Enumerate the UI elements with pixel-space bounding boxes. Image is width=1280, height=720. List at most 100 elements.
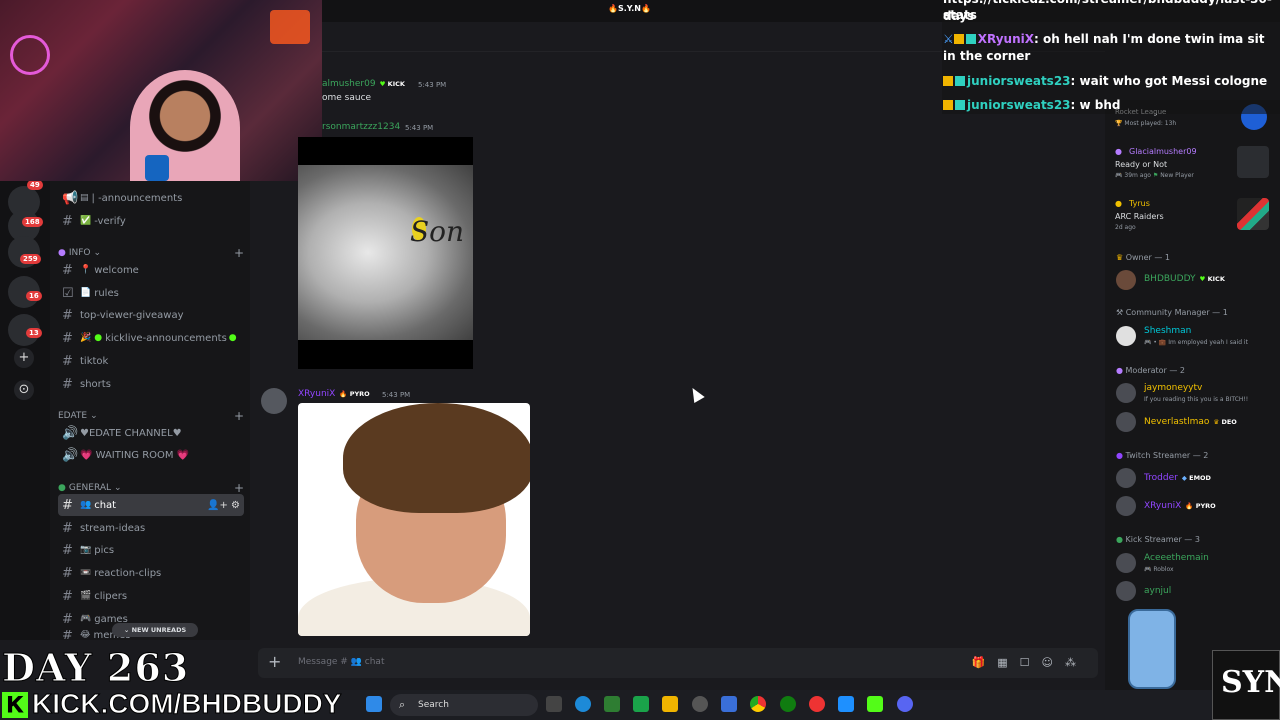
channel-announcements[interactable]: 📢 ▤ | -announcements bbox=[58, 187, 244, 209]
file-explorer-icon[interactable] bbox=[662, 696, 678, 712]
channel-chat[interactable]: # 👥 chat 👤+ ⚙ bbox=[58, 494, 244, 516]
composer-tools[interactable]: 🎁▦☐☺⁂ bbox=[972, 656, 1088, 669]
category-edate[interactable]: EDATE ⌄ + bbox=[58, 409, 244, 423]
discover-icon[interactable]: ⊙ bbox=[14, 380, 34, 400]
page-icon: 📄 bbox=[80, 288, 92, 298]
neon-sign bbox=[270, 10, 310, 44]
activity-user[interactable]: Glacialmusher09 bbox=[1129, 147, 1197, 156]
webcam-overlay bbox=[0, 0, 322, 181]
obs-icon[interactable] bbox=[692, 696, 708, 712]
syn-logo: SYN bbox=[1212, 650, 1280, 720]
kick-app-icon[interactable] bbox=[867, 696, 883, 712]
xbox-icon[interactable] bbox=[780, 696, 796, 712]
add-server-icon[interactable]: + bbox=[14, 348, 34, 368]
chat-line: juniorsweats23: wait who got Messi colog… bbox=[943, 73, 1279, 90]
category-dot-icon: ● bbox=[58, 483, 66, 493]
avatar[interactable] bbox=[1116, 383, 1136, 403]
chrome-icon[interactable] bbox=[750, 696, 766, 712]
channel-rules[interactable]: ☑ 📄 rules bbox=[58, 282, 244, 304]
heart-icon: ♥ bbox=[379, 80, 386, 88]
channel-kicklive[interactable]: # 🎉 ● kicklive-announcements ● bbox=[58, 327, 244, 349]
message-author[interactable]: almusher09 ♥ KICK bbox=[322, 79, 405, 89]
server-rail: 49 168 259 16 13 + ⊙ bbox=[0, 180, 50, 640]
store-icon[interactable] bbox=[721, 696, 737, 712]
day-counter: DAY 263 bbox=[1, 645, 190, 690]
briefcase-icon: 💼 bbox=[1158, 339, 1167, 346]
mouse-cursor-icon bbox=[687, 384, 705, 404]
chat-line: stats bbox=[943, 8, 977, 22]
category-info[interactable]: ● INFO ⌄ + bbox=[58, 246, 244, 260]
game-thumbnail bbox=[1237, 198, 1269, 230]
sub-badge-icon bbox=[955, 100, 965, 110]
member-status: 🎮 • 💼 Im employed yeah I said it bbox=[1144, 339, 1248, 346]
channel-edate[interactable]: 🔊 ♥EDATE CHANNEL♥ bbox=[58, 422, 244, 444]
new-unreads-pill[interactable]: ⌄ NEW UNREADS bbox=[112, 623, 198, 637]
app-icon[interactable] bbox=[809, 696, 825, 712]
avatar[interactable] bbox=[1116, 326, 1136, 346]
kick-tag: ♥ KICK bbox=[1199, 275, 1225, 283]
crown-icon: ♛ bbox=[1213, 418, 1220, 426]
composer-placeholder[interactable]: Message # 👥 chat bbox=[298, 657, 384, 667]
add-channel-icon[interactable]: + bbox=[234, 409, 244, 423]
channel-pics[interactable]: # 📷 pics bbox=[58, 539, 244, 561]
add-attachment-icon[interactable]: + bbox=[268, 652, 281, 671]
avatar[interactable] bbox=[1116, 496, 1136, 516]
discord-icon[interactable] bbox=[897, 696, 913, 712]
member-name[interactable]: Neverlastlmao ♛ DEO bbox=[1144, 417, 1237, 427]
message-author[interactable]: rsonmartzzz1234 bbox=[322, 122, 400, 132]
category-general[interactable]: ● GENERAL ⌄ + bbox=[58, 481, 244, 495]
channel-stream-ideas[interactable]: # stream-ideas bbox=[58, 517, 244, 539]
edge-icon[interactable] bbox=[575, 696, 591, 712]
crown-icon: ♛ bbox=[1116, 253, 1124, 262]
member-name[interactable]: Sheshman bbox=[1144, 326, 1191, 336]
trophy-icon: 🏆 bbox=[1115, 120, 1123, 127]
taskbar-search[interactable]: ⌕ Search bbox=[390, 694, 538, 716]
channel-shorts[interactable]: # shorts bbox=[58, 373, 244, 395]
member-name[interactable]: aynjul bbox=[1144, 586, 1171, 596]
channel-waiting-room[interactable]: 🔊 💗 WAITING ROOM 💗 bbox=[58, 444, 244, 466]
member-name[interactable]: Aceeethemain bbox=[1144, 553, 1209, 563]
app-icon[interactable] bbox=[838, 696, 854, 712]
message-image[interactable] bbox=[298, 403, 530, 636]
add-channel-icon[interactable]: + bbox=[234, 481, 244, 495]
member-name[interactable]: XRyuniX 🔥 PYRO bbox=[1144, 501, 1216, 511]
member-name[interactable]: BHDBUDDY ♥ KICK bbox=[1144, 274, 1225, 284]
message-time: 5:43 PM bbox=[405, 124, 434, 132]
mascot-body bbox=[1128, 609, 1176, 689]
channel-reaction-clips[interactable]: # 📼 reaction-clips bbox=[58, 562, 244, 584]
message-author[interactable]: XRyuniX 🔥 PYRO bbox=[298, 389, 370, 399]
member-name[interactable]: jaymoneyytv bbox=[1144, 383, 1202, 393]
chat-line: juniorsweats23: w bhd bbox=[943, 97, 1279, 114]
activity-user[interactable]: Tyrus bbox=[1129, 199, 1150, 208]
chevron-down-icon: ⌄ bbox=[90, 411, 98, 421]
windows-start-icon[interactable] bbox=[366, 696, 382, 712]
image-caption: Son bbox=[410, 215, 465, 248]
avatar[interactable] bbox=[1116, 581, 1136, 601]
avatar[interactable] bbox=[261, 388, 287, 414]
avatar[interactable] bbox=[1116, 412, 1136, 432]
channel-welcome[interactable]: # 📍 welcome bbox=[58, 259, 244, 281]
excel-icon[interactable] bbox=[633, 696, 649, 712]
channel-tiktok[interactable]: # tiktok bbox=[58, 350, 244, 372]
member-status: If you reading this you is a BITCH!! bbox=[1144, 396, 1249, 403]
message-composer[interactable]: + Message # 👥 chat 🎁▦☐☺⁂ bbox=[258, 648, 1098, 678]
mention-badge: 168 bbox=[22, 217, 43, 227]
member-list: Rocket League 🏆 Most played: 13h Glacial… bbox=[1105, 100, 1280, 690]
channel-settings-icons[interactable]: 👤+ ⚙ bbox=[207, 500, 240, 511]
avatar[interactable] bbox=[1116, 553, 1136, 573]
hash-icon: # bbox=[62, 611, 73, 627]
message-image[interactable]: Son bbox=[298, 137, 473, 369]
new-icon: ⚑ bbox=[1152, 172, 1159, 179]
green-dot-icon: ● bbox=[228, 333, 237, 343]
channel-verify[interactable]: # ✅ -verify bbox=[58, 210, 244, 232]
avatar[interactable] bbox=[1116, 270, 1136, 290]
chevron-down-icon: ⌄ bbox=[93, 248, 102, 258]
add-channel-icon[interactable]: + bbox=[234, 246, 244, 260]
channel-clipers[interactable]: # 🎬 clipers bbox=[58, 585, 244, 607]
member-name[interactable]: Trodder ◆ EMOD bbox=[1144, 473, 1211, 483]
app-icon[interactable] bbox=[604, 696, 620, 712]
channel-giveaway[interactable]: # top-viewer-giveaway bbox=[58, 304, 244, 326]
status-dot-icon: ● bbox=[1115, 199, 1122, 208]
task-view-icon[interactable] bbox=[546, 696, 562, 712]
avatar[interactable] bbox=[1116, 468, 1136, 488]
